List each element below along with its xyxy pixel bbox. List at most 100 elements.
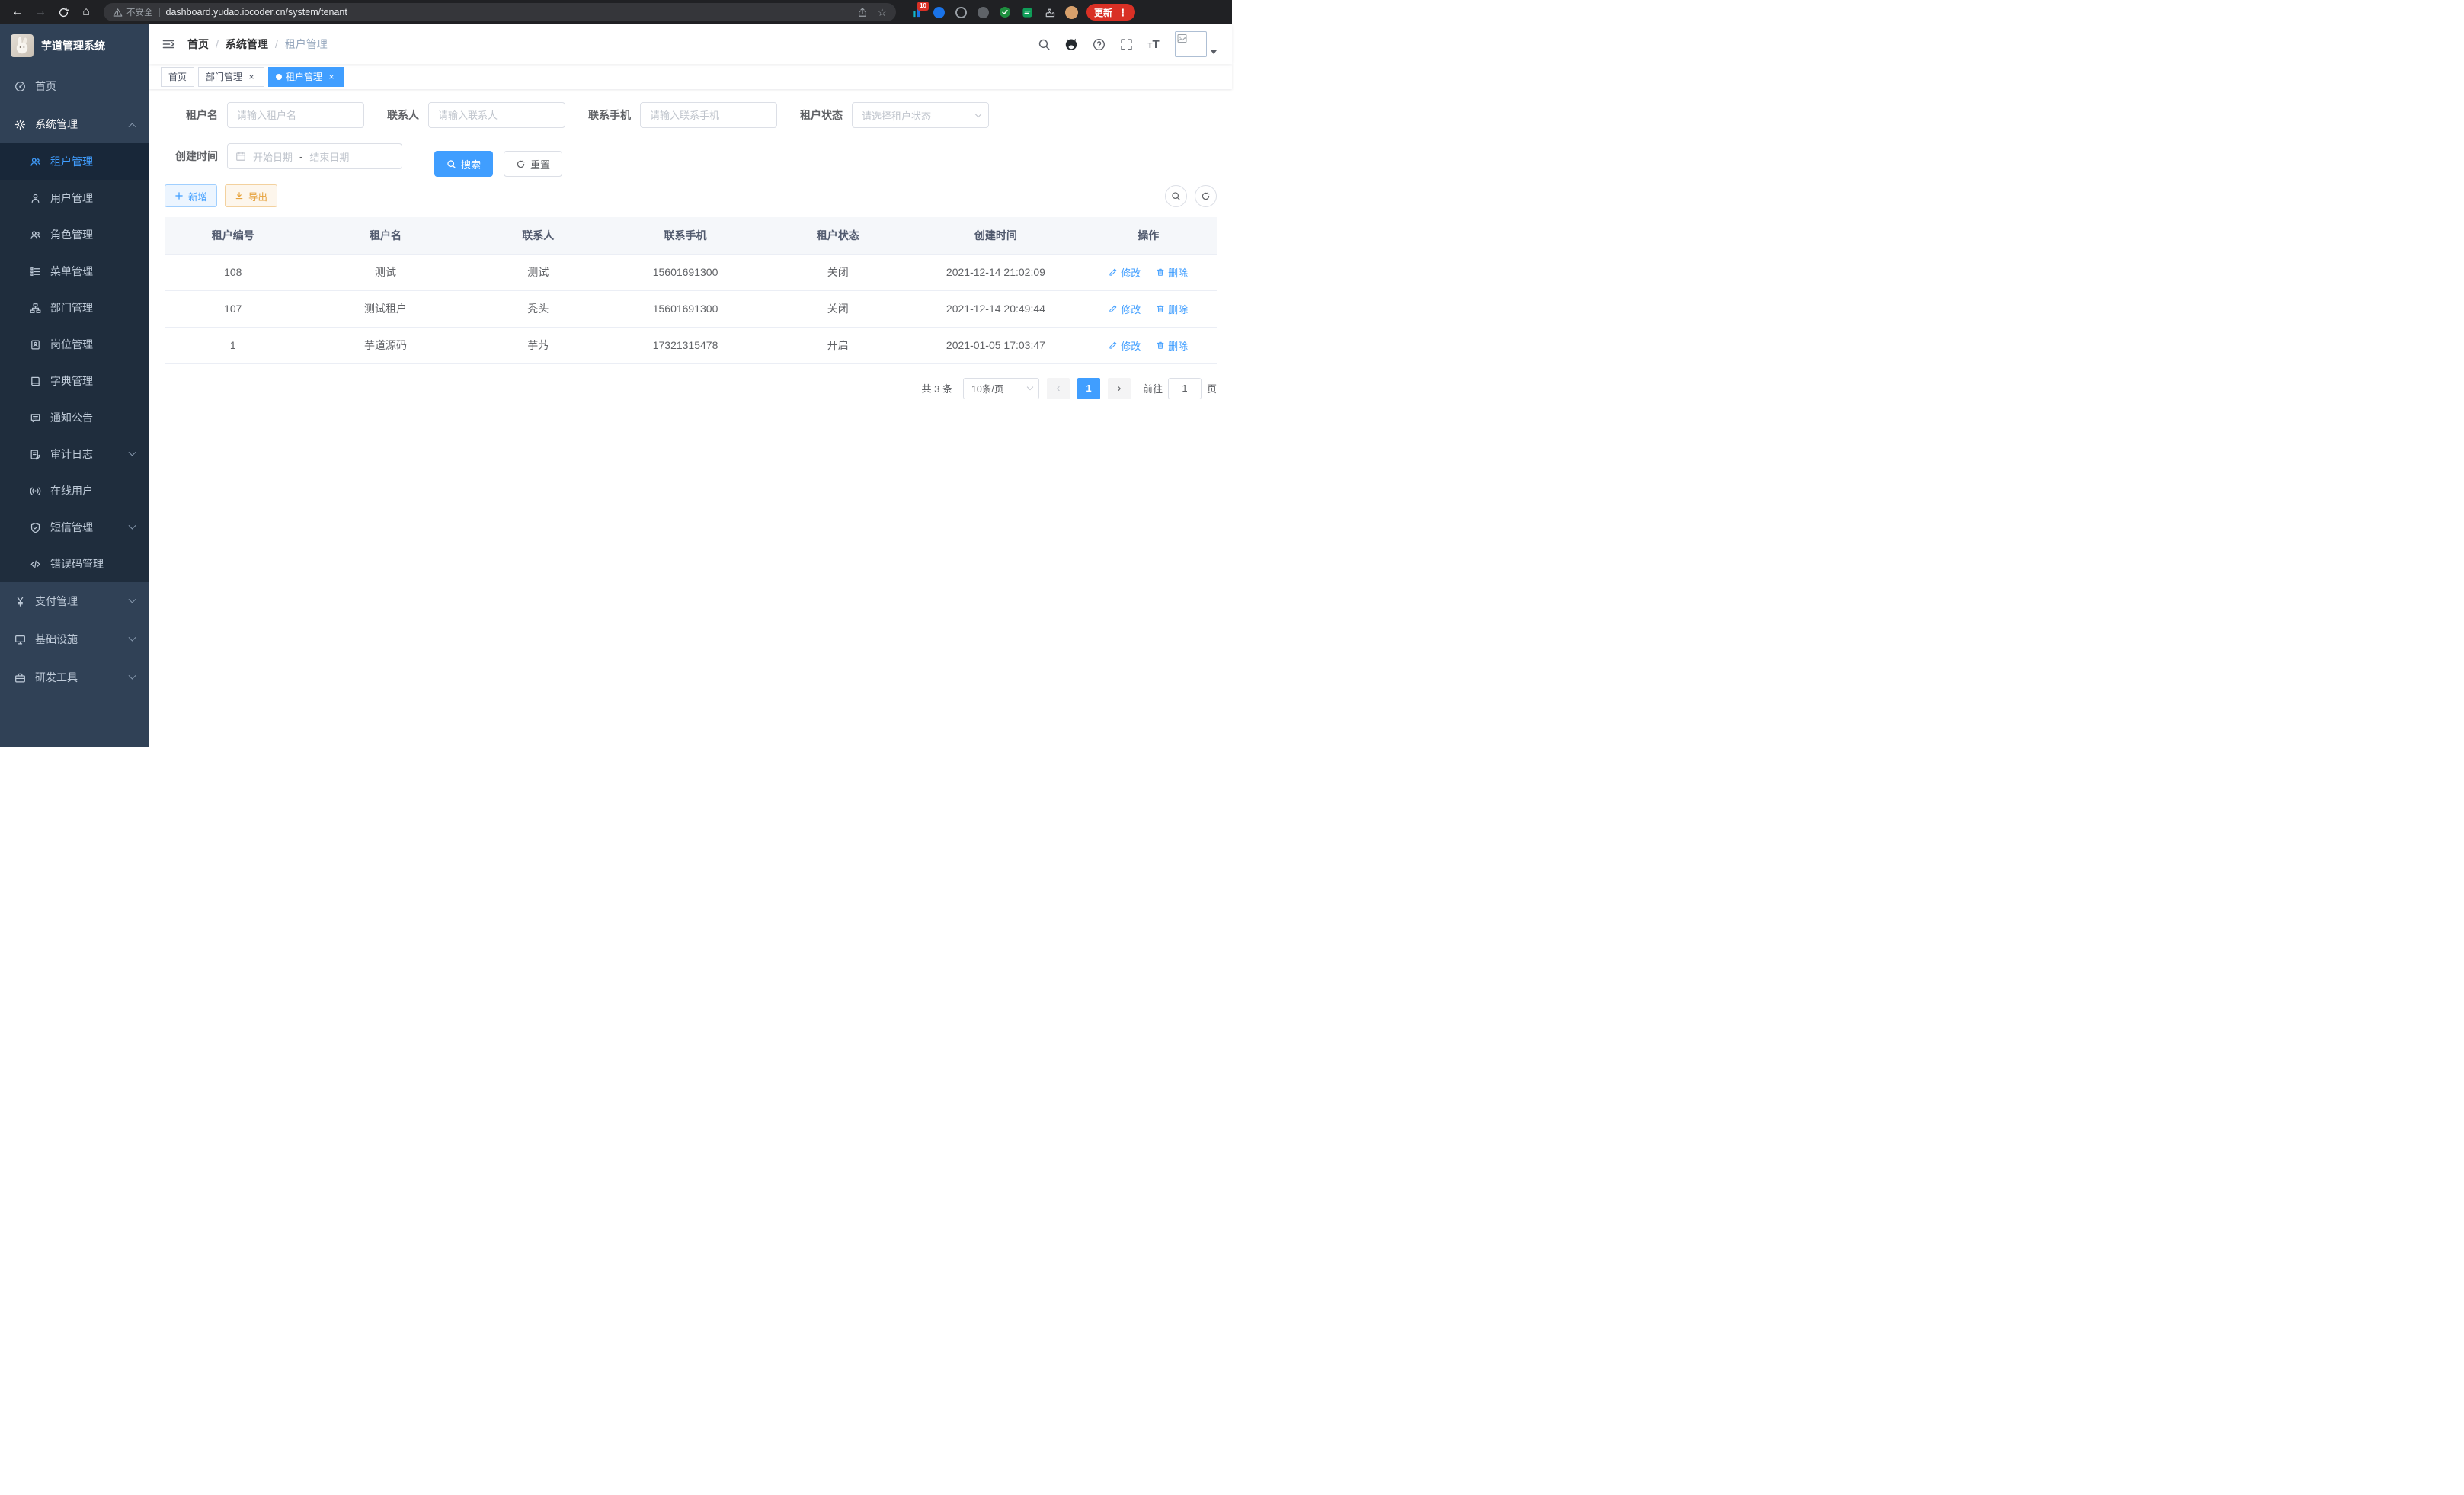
delete-label: 删除 xyxy=(1168,338,1188,353)
sidebar-item-online-users[interactable]: 在线用户 xyxy=(0,472,149,509)
contact-name-input[interactable] xyxy=(428,102,565,128)
reset-button[interactable]: 重置 xyxy=(504,151,562,177)
bookmark-star-icon[interactable]: ☆ xyxy=(877,7,887,18)
goto-page-input[interactable] xyxy=(1168,378,1202,399)
github-link[interactable] xyxy=(1058,30,1085,58)
tab-home[interactable]: 首页 xyxy=(161,67,194,87)
error-code-icon xyxy=(30,559,41,570)
share-icon[interactable] xyxy=(857,7,868,18)
sidebar-item-user-management[interactable]: 用户管理 xyxy=(0,180,149,216)
reset-button-label: 重置 xyxy=(530,157,550,171)
extensions-puzzle-icon[interactable] xyxy=(1042,5,1056,19)
close-icon[interactable]: × xyxy=(246,72,257,82)
tab-label: 部门管理 xyxy=(206,70,242,83)
close-icon[interactable]: × xyxy=(326,72,337,82)
puzzle-icon xyxy=(1044,7,1055,18)
sidebar-item-error-code-management[interactable]: 错误码管理 xyxy=(0,546,149,582)
page-size-select[interactable]: 10条/页 xyxy=(963,378,1039,399)
filter-label: 租户名 xyxy=(165,107,218,123)
tab-dept-management[interactable]: 部门管理 × xyxy=(198,67,264,87)
start-date-placeholder: 开始日期 xyxy=(253,149,293,164)
sidebar-item-label: 在线用户 xyxy=(50,483,93,498)
fullscreen-button[interactable] xyxy=(1112,30,1140,58)
tenant-status-select[interactable]: 请选择租户状态 xyxy=(852,102,989,128)
export-button[interactable]: 导出 xyxy=(225,184,277,207)
browser-home-button[interactable]: ⌂ xyxy=(76,2,96,22)
tenant-name-input[interactable] xyxy=(227,102,364,128)
sidebar-item-audit-log[interactable]: 审计日志 xyxy=(0,436,149,472)
menu-dots-icon[interactable]: ⋮ xyxy=(1118,8,1128,18)
refresh-table-button[interactable] xyxy=(1195,185,1217,207)
browser-back-button[interactable]: ← xyxy=(8,2,27,22)
security-status[interactable]: 不安全 xyxy=(113,6,153,18)
table-row: 108 测试 测试 15601691300 关闭 2021-12-14 21:0… xyxy=(165,254,1217,290)
tab-tenant-management[interactable]: 租户管理 × xyxy=(268,67,344,87)
help-button[interactable] xyxy=(1085,30,1112,58)
create-time-range-picker[interactable]: 开始日期 - 结束日期 xyxy=(227,143,402,169)
search-button[interactable]: 搜索 xyxy=(434,151,493,177)
sidebar-item-sms-management[interactable]: 短信管理 xyxy=(0,509,149,546)
sidebar-item-role-management[interactable]: 角色管理 xyxy=(0,216,149,253)
edit-button[interactable]: 修改 xyxy=(1109,265,1141,280)
sidebar-item-menu-management[interactable]: 菜单管理 xyxy=(0,253,149,290)
warning-icon xyxy=(113,8,123,18)
sidebar-item-tenant-management[interactable]: 租户管理 xyxy=(0,143,149,180)
extension-icon-blue-drop[interactable] xyxy=(932,5,946,19)
sidebar-item-system-management[interactable]: 系统管理 xyxy=(0,105,149,143)
delete-button[interactable]: 删除 xyxy=(1156,338,1188,353)
sidebar-item-home[interactable]: 首页 xyxy=(0,67,149,105)
extension-icon-ring[interactable] xyxy=(954,5,968,19)
prev-page-button[interactable]: ‹ xyxy=(1047,378,1070,399)
user-avatar-menu[interactable] xyxy=(1175,31,1217,57)
show-search-toggle-button[interactable] xyxy=(1165,185,1187,207)
sidebar-item-post-management[interactable]: 岗位管理 xyxy=(0,326,149,363)
delete-button[interactable]: 删除 xyxy=(1156,265,1188,280)
sidebar-item-notice[interactable]: 通知公告 xyxy=(0,399,149,436)
browser-forward-button[interactable]: → xyxy=(30,2,50,22)
range-separator: - xyxy=(299,151,302,162)
extension-icon-green-note[interactable] xyxy=(1020,5,1034,19)
contact-phone-input[interactable] xyxy=(640,102,777,128)
sidebar-item-dev-tools[interactable]: 研发工具 xyxy=(0,658,149,696)
filter-tenant-name: 租户名 xyxy=(165,102,364,128)
cell-status: 关闭 xyxy=(764,290,911,327)
notice-message-icon xyxy=(30,412,41,424)
dark-circle-icon xyxy=(978,7,989,18)
sidebar-item-dict-management[interactable]: 字典管理 xyxy=(0,363,149,399)
sidebar-logo[interactable]: 芋道管理系统 xyxy=(0,24,149,67)
edit-button[interactable]: 修改 xyxy=(1109,338,1141,353)
sidebar-toggle-button[interactable] xyxy=(162,37,175,51)
extension-icon-blocker[interactable]: 10 xyxy=(910,5,923,19)
delete-button[interactable]: 删除 xyxy=(1156,302,1188,316)
page-number-button[interactable]: 1 xyxy=(1077,378,1100,399)
extension-icon-green-check[interactable] xyxy=(998,5,1012,19)
cell-phone: 15601691300 xyxy=(606,254,764,290)
tab-label: 首页 xyxy=(168,70,187,83)
back-icon: ← xyxy=(11,5,24,19)
next-page-button[interactable]: › xyxy=(1108,378,1131,399)
navbar-actions: TT xyxy=(1030,30,1220,58)
sidebar-item-dept-management[interactable]: 部门管理 xyxy=(0,290,149,326)
hamburger-icon xyxy=(162,37,175,51)
trash-icon xyxy=(1156,267,1165,277)
search-icon xyxy=(1171,191,1181,201)
browser-profile-avatar[interactable] xyxy=(1064,5,1078,19)
browser-reload-button[interactable] xyxy=(53,2,73,22)
sidebar-item-infrastructure[interactable]: 基础设施 xyxy=(0,620,149,658)
browser-update-button[interactable]: 更新 ⋮ xyxy=(1086,4,1135,21)
page-unit-label: 页 xyxy=(1207,381,1217,395)
breadcrumb-separator: / xyxy=(275,38,278,50)
font-size-button[interactable]: TT xyxy=(1140,30,1167,58)
sidebar-item-payment-management[interactable]: 支付管理 xyxy=(0,582,149,620)
edit-button[interactable]: 修改 xyxy=(1109,302,1141,316)
header-search-button[interactable] xyxy=(1030,30,1058,58)
breadcrumb-system[interactable]: 系统管理 xyxy=(226,37,268,52)
green-note-icon xyxy=(1022,7,1033,18)
breadcrumb-home[interactable]: 首页 xyxy=(187,37,209,52)
chevron-down-icon xyxy=(129,448,136,456)
address-bar[interactable]: 不安全 dashboard.yudao.iocoder.cn/system/te… xyxy=(104,3,896,21)
extension-icon-dark[interactable] xyxy=(976,5,990,19)
column-header-contact: 联系人 xyxy=(469,217,606,254)
add-button[interactable]: 新增 xyxy=(165,184,217,207)
cell-tenant-id: 1 xyxy=(165,327,302,363)
